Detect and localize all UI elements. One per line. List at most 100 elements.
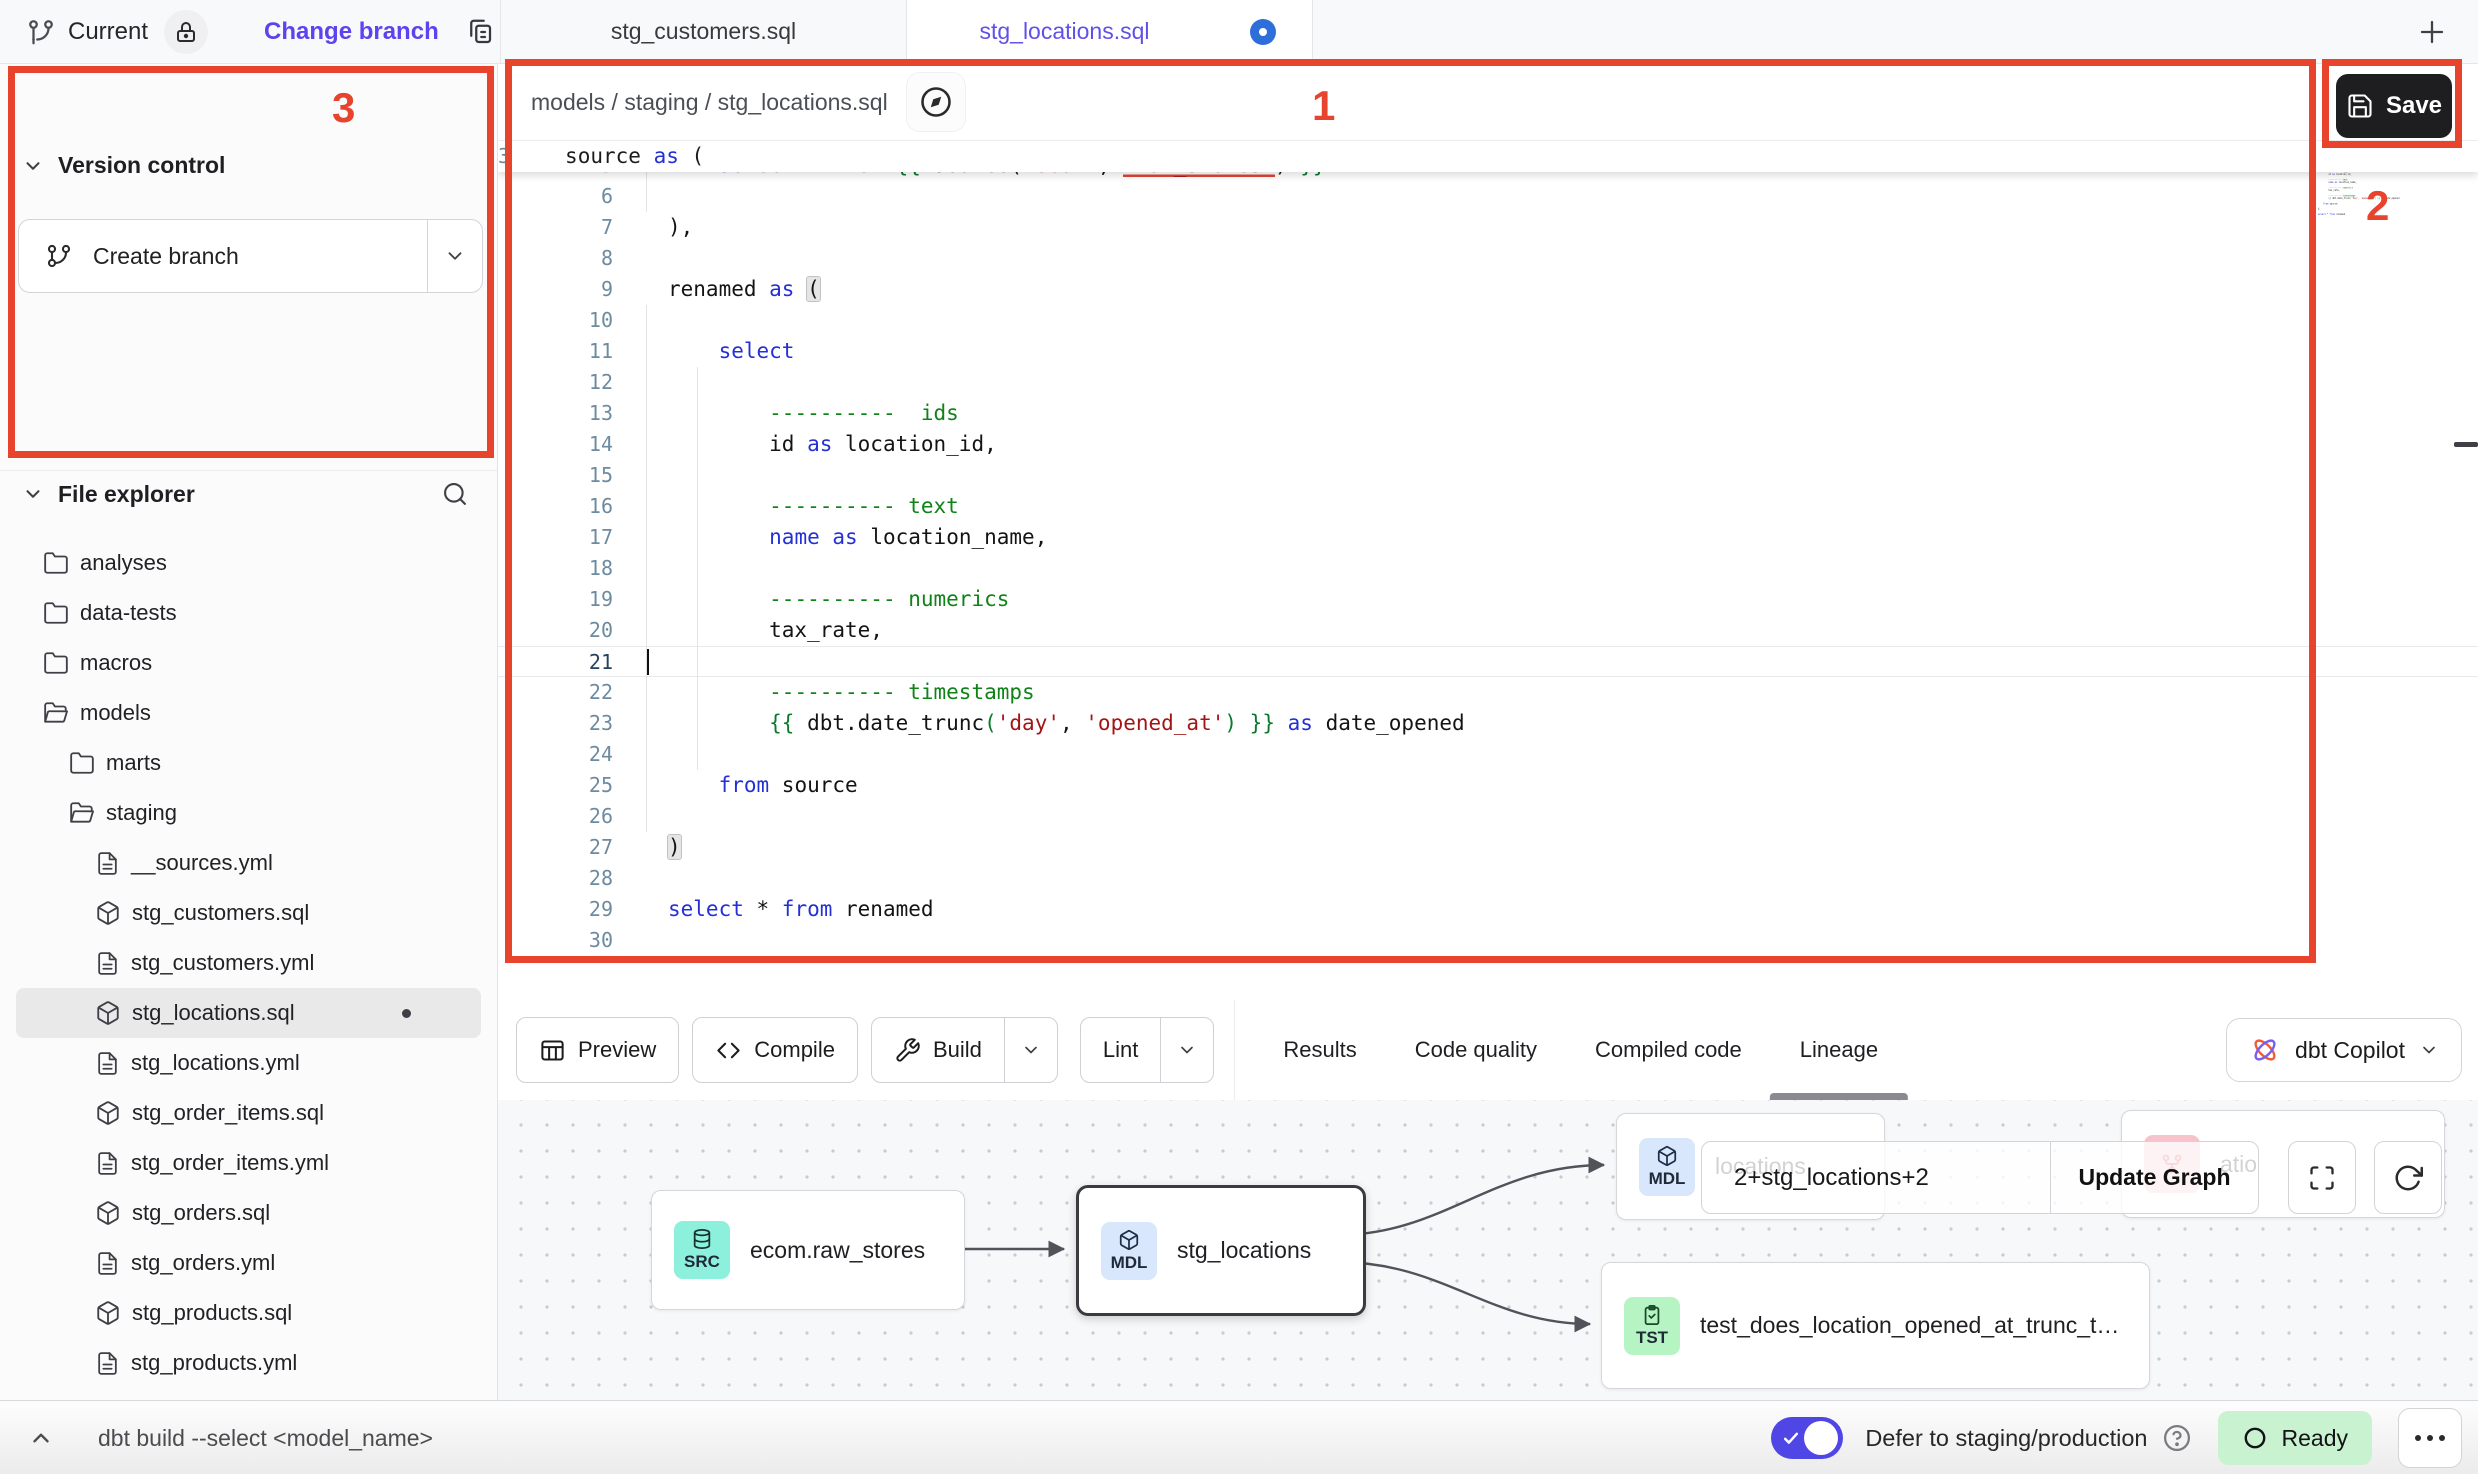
file-item-macros[interactable]: macros — [16, 638, 481, 688]
file-item-__sources.yml[interactable]: __sources.yml — [16, 838, 481, 888]
build-dropdown[interactable] — [1004, 1018, 1057, 1082]
file-item-staging[interactable]: staging — [16, 788, 481, 838]
file-list: analysesdata-testsmacrosmodelsmartsstagi… — [0, 538, 497, 1388]
command-input[interactable]: dbt build --select <model_name> — [98, 1425, 433, 1452]
more-options-button[interactable] — [2398, 1408, 2462, 1468]
breadcrumb-row: models / staging / stg_locations.sql — [498, 64, 2478, 141]
code-editor[interactable]: 5 select * from {{ source('ecom', 'raw_s… — [498, 141, 2478, 1000]
git-branch-icon — [45, 242, 73, 270]
file-item-analyses[interactable]: analyses — [16, 538, 481, 588]
toolbar-separator — [1234, 1000, 1235, 1100]
lineage-node-test[interactable]: TST test_does_location_opened_at_trunc_t… — [1601, 1262, 2150, 1389]
lineage-controls-bar: 2+stg_locations+2 Update Graph — [1701, 1141, 2259, 1214]
node-label: ecom.raw_stores — [750, 1237, 925, 1264]
panel-resize-handle[interactable] — [2454, 442, 2478, 447]
cube-icon — [95, 1200, 121, 1226]
cube-icon — [1118, 1229, 1140, 1251]
file-item-data-tests[interactable]: data-tests — [16, 588, 481, 638]
search-icon[interactable] — [441, 480, 469, 508]
code-icon — [715, 1037, 742, 1064]
file-item-models[interactable]: models — [16, 688, 481, 738]
file-item-stg_products.yml[interactable]: stg_products.yml — [16, 1338, 481, 1388]
cube-icon — [95, 1000, 121, 1026]
version-control-header[interactable]: Version control — [22, 152, 225, 179]
copy-icon[interactable] — [465, 17, 495, 47]
code-rows: 5 select * from {{ source('ecom', 'raw_s… — [498, 141, 2478, 956]
test-badge: TST — [1624, 1297, 1680, 1355]
lineage-selector-input[interactable]: 2+stg_locations+2 — [1702, 1164, 2050, 1192]
chevron-down-icon — [22, 155, 44, 177]
unsaved-indicator-dot — [1250, 19, 1276, 45]
model-badge: MDL — [1639, 1138, 1695, 1196]
wrench-icon — [894, 1037, 921, 1064]
refresh-button[interactable] — [2374, 1141, 2442, 1214]
change-branch-link[interactable]: Change branch — [264, 18, 439, 46]
file-item-stg_locations.yml[interactable]: stg_locations.yml — [16, 1038, 481, 1088]
dbt-ide-window: Current Change branch stg_customers.sql … — [0, 0, 2478, 1474]
file-item-stg_customers.yml[interactable]: stg_customers.yml — [16, 938, 481, 988]
panel-tab-lineage[interactable]: Lineage — [1800, 1000, 1878, 1100]
lineage-node-stg-locations[interactable]: MDL stg_locations — [1076, 1185, 1366, 1316]
save-label: Save — [2386, 92, 2442, 120]
tab-stg-locations-sql[interactable]: stg_locations.sql — [907, 0, 1313, 64]
file-item-stg_orders.sql[interactable]: stg_orders.sql — [16, 1188, 481, 1238]
version-control-title: Version control — [58, 152, 225, 179]
status-bar: dbt build --select <model_name> Defer to… — [0, 1400, 2478, 1474]
database-icon — [691, 1228, 713, 1250]
status-badge[interactable]: Ready — [2218, 1411, 2372, 1465]
cube-icon — [95, 900, 121, 926]
model-badge: MDL — [1101, 1222, 1157, 1280]
file-explorer-header[interactable]: File explorer — [22, 480, 475, 508]
sidebar-divider — [0, 470, 497, 471]
file-item-stg_products.sql[interactable]: stg_products.sql — [16, 1288, 481, 1338]
panel-tab-code-quality[interactable]: Code quality — [1415, 1000, 1537, 1100]
cube-icon — [95, 1100, 121, 1126]
lint-dropdown[interactable] — [1160, 1018, 1213, 1082]
file-item-stg_order_items.yml[interactable]: stg_order_items.yml — [16, 1138, 481, 1188]
dbt-copilot-logo-icon — [2249, 1034, 2281, 1066]
compile-button[interactable]: Compile — [692, 1017, 858, 1083]
chevron-down-icon — [2419, 1040, 2439, 1060]
panel-tab-compiled-code[interactable]: Compiled code — [1595, 1000, 1742, 1100]
lineage-canvas[interactable]: SRC ecom.raw_stores MDL stg_locations MD… — [498, 1100, 2478, 1400]
chevron-down-icon — [22, 483, 44, 505]
chevron-up-icon[interactable] — [28, 1425, 54, 1451]
cube-icon — [95, 1300, 121, 1326]
file-icon — [95, 1051, 120, 1076]
tab-stg-customers-sql[interactable]: stg_customers.sql — [501, 0, 907, 63]
file-item-stg_customers.sql[interactable]: stg_customers.sql — [16, 888, 481, 938]
update-graph-button[interactable]: Update Graph — [2050, 1142, 2258, 1213]
sticky-scroll-line: 3source as ( — [498, 141, 2478, 172]
panel-tab-results[interactable]: Results — [1283, 1000, 1356, 1100]
file-item-stg_orders.yml[interactable]: stg_orders.yml — [16, 1238, 481, 1288]
new-tab-button[interactable] — [2414, 14, 2450, 50]
copilot-icon[interactable] — [906, 72, 966, 132]
build-button[interactable]: Build — [871, 1017, 1058, 1083]
preview-button[interactable]: Preview — [516, 1017, 679, 1083]
folder-icon — [43, 600, 69, 626]
folder-icon — [43, 550, 69, 576]
save-button[interactable]: Save — [2336, 74, 2452, 138]
circle-icon — [2242, 1425, 2268, 1451]
top-bar: Current Change branch stg_customers.sql … — [0, 0, 2478, 64]
defer-label: Defer to staging/production — [1865, 1425, 2147, 1452]
check-icon — [1781, 1428, 1801, 1448]
file-icon — [95, 1351, 120, 1376]
text-cursor — [646, 649, 649, 675]
defer-toggle[interactable] — [1771, 1417, 1843, 1459]
lineage-node-source[interactable]: SRC ecom.raw_stores — [651, 1190, 965, 1310]
help-icon[interactable] — [2162, 1423, 2192, 1453]
lint-button[interactable]: Lint — [1080, 1017, 1214, 1083]
file-icon — [95, 1251, 120, 1276]
file-item-stg_order_items.sql[interactable]: stg_order_items.sql — [16, 1088, 481, 1138]
panel-tabs: Results Code quality Compiled code Lineage — [1283, 1000, 1878, 1100]
fullscreen-button[interactable] — [2288, 1141, 2356, 1214]
source-badge: SRC — [674, 1221, 730, 1279]
create-branch-button[interactable]: Create branch — [18, 219, 483, 293]
file-item-marts[interactable]: marts — [16, 738, 481, 788]
create-branch-dropdown[interactable] — [427, 220, 482, 292]
editor-pane: models / staging / stg_locations.sql Sav… — [498, 64, 2478, 1000]
create-branch-label: Create branch — [93, 243, 239, 270]
dbt-copilot-button[interactable]: dbt Copilot — [2226, 1018, 2462, 1082]
file-item-stg_locations.sql[interactable]: stg_locations.sql — [16, 988, 481, 1038]
